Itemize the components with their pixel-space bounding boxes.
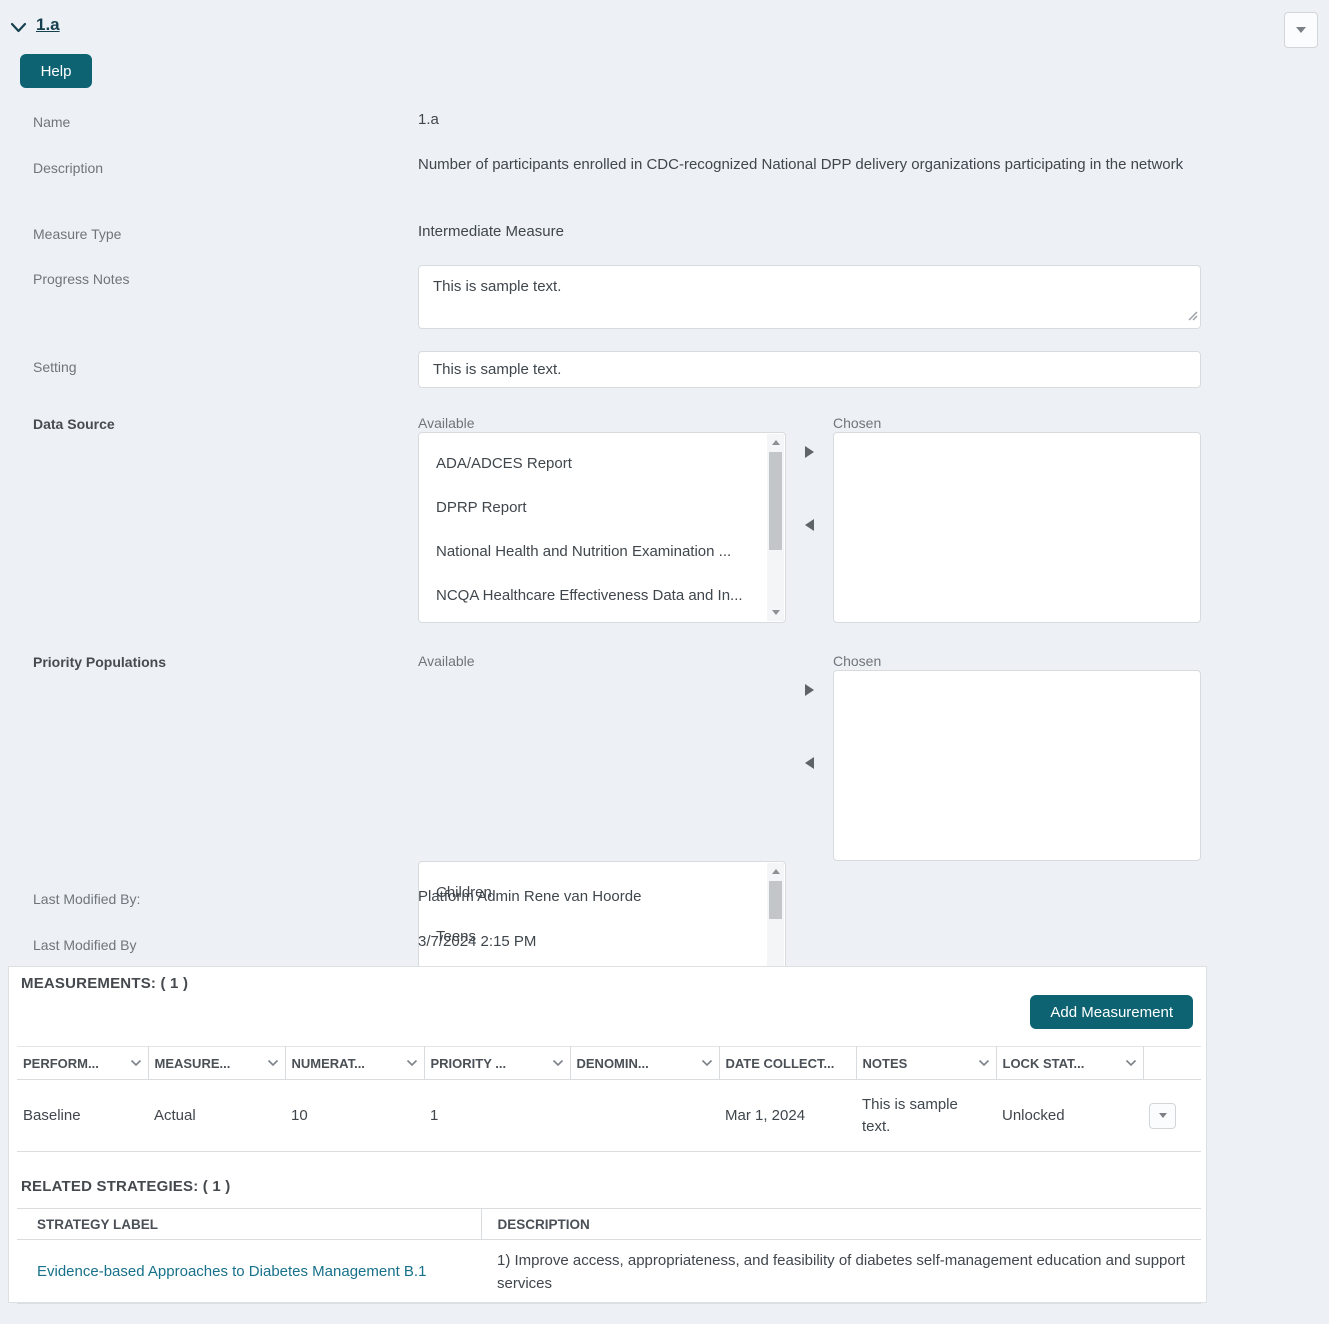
measurements-title: MEASUREMENTS: ( 1 ) xyxy=(21,975,188,992)
priority-populations-chosen-label: Chosen xyxy=(833,653,881,669)
description-label: Description xyxy=(33,160,103,176)
priority-populations-chosen-listbox[interactable] xyxy=(833,670,1201,861)
last-modified-by-date-value: 3/7/2024 2:15 PM xyxy=(418,930,536,953)
page-actions-dropdown-button[interactable] xyxy=(1284,12,1318,48)
strategy-label-cell: Evidence-based Approaches to Diabetes Ma… xyxy=(17,1240,481,1304)
measurements-header-row: PERFORM... MEASURE... NUMERAT... PRIORIT… xyxy=(17,1047,1201,1080)
measurements-table: PERFORM... MEASURE... NUMERAT... PRIORIT… xyxy=(17,1046,1201,1152)
progress-notes-label: Progress Notes xyxy=(33,271,129,287)
resize-grip-icon[interactable] xyxy=(1188,308,1198,326)
name-label: Name xyxy=(33,114,70,130)
sort-chevron-icon xyxy=(130,1059,142,1067)
column-header-notes[interactable]: NOTES xyxy=(856,1047,996,1080)
sort-chevron-icon xyxy=(701,1059,713,1067)
sort-chevron-icon xyxy=(978,1059,990,1067)
data-source-available-label: Available xyxy=(418,415,475,431)
column-header-priority[interactable]: PRIORITY ... xyxy=(424,1047,570,1080)
denominator-cell xyxy=(570,1080,719,1152)
column-header-numerator[interactable]: NUMERAT... xyxy=(285,1047,424,1080)
row-actions-cell xyxy=(1143,1080,1201,1152)
measure-type-label: Measure Type xyxy=(33,226,121,242)
progress-notes-textarea[interactable]: This is sample text. xyxy=(418,265,1201,329)
priority-populations-label: Priority Populations xyxy=(33,654,166,670)
progress-notes-wrapper: This is sample text. xyxy=(418,265,1201,329)
measurement-row: Baseline Actual 10 1 Mar 1, 2024 This is… xyxy=(17,1080,1201,1152)
measure-type-value: Intermediate Measure xyxy=(418,220,564,243)
column-header-description: DESCRIPTION xyxy=(481,1209,1201,1240)
move-right-icon[interactable] xyxy=(805,446,814,458)
move-left-icon[interactable] xyxy=(805,757,814,769)
performance-period-cell: Baseline xyxy=(17,1080,148,1152)
collapse-chevron-icon[interactable] xyxy=(10,20,27,38)
add-measurement-button[interactable]: Add Measurement xyxy=(1030,995,1193,1029)
priority-populations-available-label: Available xyxy=(418,653,475,669)
sort-chevron-icon xyxy=(1125,1059,1137,1067)
numerator-cell: 10 xyxy=(285,1080,424,1152)
lock-status-cell: Unlocked xyxy=(996,1080,1143,1152)
notes-cell: This is sample text. xyxy=(856,1080,996,1152)
strategy-link[interactable]: Evidence-based Approaches to Diabetes Ma… xyxy=(37,1263,426,1280)
list-item[interactable]: DPRP Report xyxy=(419,486,759,530)
scroll-down-icon[interactable] xyxy=(767,604,784,621)
sort-chevron-icon xyxy=(406,1059,418,1067)
move-left-icon[interactable] xyxy=(805,519,814,531)
sort-chevron-icon xyxy=(552,1059,564,1067)
priority-cell: 1 xyxy=(424,1080,570,1152)
row-actions-dropdown-button[interactable] xyxy=(1149,1103,1176,1129)
setting-input[interactable] xyxy=(418,351,1201,388)
last-modified-by-name-label: Last Modified By: xyxy=(33,891,140,907)
strategy-description-cell: 1) Improve access, appropriateness, and … xyxy=(481,1240,1201,1304)
list-item[interactable]: NCQA Healthcare Effectiveness Data and I… xyxy=(419,574,759,618)
scroll-up-icon[interactable] xyxy=(767,863,784,880)
scrollbar[interactable] xyxy=(767,434,784,621)
description-value: Number of participants enrolled in CDC-r… xyxy=(418,153,1201,176)
list-item[interactable]: National Health and Nutrition Examinatio… xyxy=(419,530,759,574)
caret-down-icon xyxy=(1296,27,1306,33)
help-button[interactable]: Help xyxy=(20,54,92,88)
caret-down-icon xyxy=(1159,1113,1167,1118)
setting-label: Setting xyxy=(33,359,77,375)
data-source-chosen-label: Chosen xyxy=(833,415,881,431)
last-modified-by-name-value: Platform Admin Rene van Hoorde xyxy=(418,885,641,908)
measure-detail-page: 1.a Help Name 1.a Description Number of … xyxy=(0,0,1329,1324)
scrollbar-thumb[interactable] xyxy=(769,452,782,550)
data-source-available-listbox[interactable]: ADA/ADCES Report DPRP Report National He… xyxy=(418,432,786,623)
column-header-actions xyxy=(1143,1047,1201,1080)
measure-title-link[interactable]: 1.a xyxy=(36,15,60,35)
measure-cell: Actual xyxy=(148,1080,285,1152)
sort-chevron-icon xyxy=(267,1059,279,1067)
column-header-date-collected[interactable]: DATE COLLECT... xyxy=(719,1047,856,1080)
measurements-panel: MEASUREMENTS: ( 1 ) Add Measurement PERF… xyxy=(8,966,1207,1303)
date-collected-cell: Mar 1, 2024 xyxy=(719,1080,856,1152)
column-header-lock-status[interactable]: LOCK STAT... xyxy=(996,1047,1143,1080)
related-strategy-row: Evidence-based Approaches to Diabetes Ma… xyxy=(17,1240,1201,1304)
last-modified-by-date-label: Last Modified By xyxy=(33,937,137,953)
related-strategies-table: STRATEGY LABEL DESCRIPTION Evidence-base… xyxy=(17,1208,1201,1304)
scroll-up-icon[interactable] xyxy=(767,434,784,451)
column-header-denominator[interactable]: DENOMIN... xyxy=(570,1047,719,1080)
column-header-strategy-label: STRATEGY LABEL xyxy=(17,1209,481,1240)
name-value: 1.a xyxy=(418,108,439,131)
column-header-performance-period[interactable]: PERFORM... xyxy=(17,1047,148,1080)
scrollbar-thumb[interactable] xyxy=(769,881,782,919)
list-item[interactable]: ADA/ADCES Report xyxy=(419,442,759,486)
related-strategies-header-row: STRATEGY LABEL DESCRIPTION xyxy=(17,1209,1201,1240)
data-source-chosen-listbox[interactable] xyxy=(833,432,1201,623)
related-strategies-title: RELATED STRATEGIES: ( 1 ) xyxy=(21,1178,230,1195)
data-source-label: Data Source xyxy=(33,416,115,432)
column-header-measure[interactable]: MEASURE... xyxy=(148,1047,285,1080)
move-right-icon[interactable] xyxy=(805,684,814,696)
